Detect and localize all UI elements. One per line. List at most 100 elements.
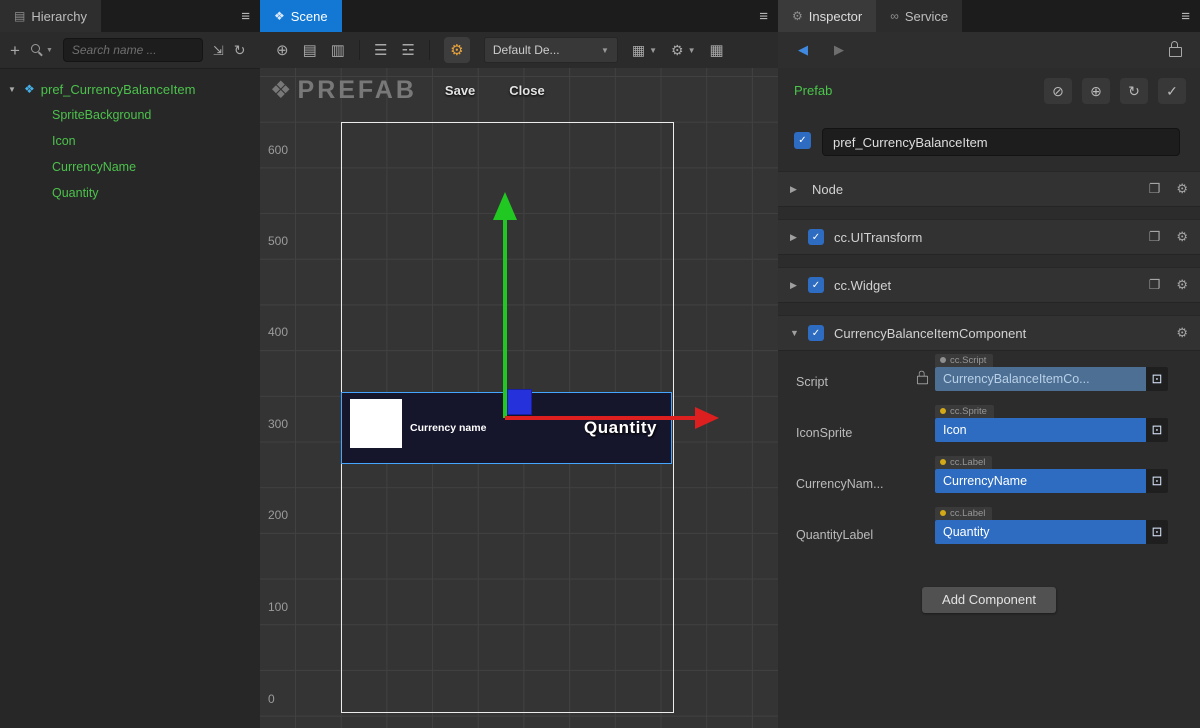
prefab-cube-icon: ❖ <box>270 76 292 105</box>
tab-inspector[interactable]: ⚙ Inspector <box>778 0 876 32</box>
tab-service[interactable]: ∞ Service <box>876 0 962 32</box>
expand-caret-icon[interactable]: ▼ <box>8 85 18 94</box>
scene-gear-dropdown-button[interactable]: ⚙ ▼ <box>671 42 695 59</box>
section-currencybalanceitemcomponent[interactable]: ▼ ✓ CurrencyBalanceItemComponent ⚙ <box>778 315 1200 351</box>
type-chip-label: cc.Script <box>950 355 986 366</box>
insert-node-after-icon[interactable]: ▥ <box>331 43 345 58</box>
inspector-menu-icon[interactable]: ≡ <box>1181 0 1190 32</box>
prefab-close-button[interactable]: Close <box>509 83 544 98</box>
revert-prefab-icon[interactable]: ↻ <box>1120 78 1148 104</box>
gizmo-x-axis-arrowhead[interactable] <box>695 407 719 429</box>
ruler-label: 300 <box>268 417 288 431</box>
hierarchy-search-input[interactable] <box>63 38 203 62</box>
chevron-down-icon[interactable]: ▼ <box>790 328 802 338</box>
tab-scene[interactable]: ❖ Scene <box>260 0 342 32</box>
chevron-right-icon[interactable]: ▶ <box>790 232 802 243</box>
chevron-right-icon[interactable]: ▶ <box>790 184 802 195</box>
node-name-input[interactable] <box>822 128 1180 156</box>
ruler-label: 500 <box>268 234 288 248</box>
gear-icon[interactable]: ⚙ <box>1176 277 1188 293</box>
grid-toggle-icon[interactable]: ▦ <box>710 43 724 58</box>
section-label: cc.UITransform <box>834 230 922 245</box>
add-component-button[interactable]: Add Component <box>922 587 1056 613</box>
type-chip: cc.Sprite <box>935 405 994 418</box>
hierarchy-node-quantity[interactable]: Quantity <box>0 180 260 206</box>
section-label: Node <box>812 182 843 197</box>
gear-icon[interactable]: ⚙ <box>1176 325 1188 341</box>
hierarchy-node-spritebackground[interactable]: SpriteBackground <box>0 102 260 128</box>
insert-node-before-icon[interactable]: ▤ <box>303 43 317 58</box>
gizmo-settings-gear-icon[interactable]: ⚙ <box>444 37 470 63</box>
hierarchy-root-node[interactable]: ▼ ❖ pref_CurrencyBalanceItem <box>0 76 260 102</box>
create-node-button[interactable]: + <box>10 42 20 59</box>
inspector-nav-row: ◀ ▶ <box>778 32 1200 68</box>
refresh-icon[interactable]: ↻ <box>234 43 246 57</box>
gizmo-y-axis-arrowhead[interactable] <box>493 192 517 220</box>
component-enabled-checkbox[interactable]: ✓ <box>808 229 824 245</box>
align-top-icon[interactable]: ☰ <box>374 43 387 58</box>
hierarchy-node-currencyname[interactable]: CurrencyName <box>0 154 260 180</box>
search-type-button[interactable]: ▼ <box>30 43 53 57</box>
script-reference-field[interactable]: CurrencyBalanceItemCo... <box>935 367 1146 391</box>
component-enabled-checkbox[interactable]: ✓ <box>808 325 824 341</box>
gizmo-xy-plane-handle[interactable] <box>507 389 532 415</box>
gear-icon[interactable]: ⚙ <box>1176 229 1188 245</box>
gear-icon[interactable]: ⚙ <box>1176 181 1188 197</box>
reference-picker-icon[interactable]: ⊡ <box>1146 469 1168 493</box>
section-uitransform[interactable]: ▶ ✓ cc.UITransform ❐ ⚙ <box>778 219 1200 255</box>
align-bottom-icon[interactable]: ☲ <box>401 43 414 58</box>
prefab-edit-bar: ❖ PREFAB Save Close <box>270 76 545 105</box>
nav-forward-icon[interactable]: ▶ <box>834 42 844 58</box>
chevron-right-icon[interactable]: ▶ <box>790 280 802 291</box>
apply-prefab-icon[interactable]: ✓ <box>1158 78 1186 104</box>
property-quantitylabel: QuantityLabel cc.Label Quantity ⊡ <box>778 505 1200 547</box>
gizmo-x-axis-line[interactable] <box>505 416 695 420</box>
device-preset-dropdown[interactable]: Default De... ▼ <box>484 37 618 63</box>
cocos-creator-editor: ▤ Hierarchy ≡ + ▼ ⇲ ↻ ▼ ❖ pref_CurrencyB… <box>0 0 1200 728</box>
scene-menu-icon[interactable]: ≡ <box>759 0 768 32</box>
inspector-gear-icon: ⚙ <box>792 9 803 23</box>
nav-back-icon[interactable]: ◀ <box>798 42 808 58</box>
collapse-all-icon[interactable]: ⇲ <box>213 44 224 57</box>
property-label: QuantityLabel <box>796 528 873 542</box>
prefab-badge: Prefab <box>794 83 832 98</box>
hierarchy-node-icon[interactable]: Icon <box>0 128 260 154</box>
gear-icon: ⚙ <box>671 42 684 59</box>
paste-component-icon[interactable]: ❐ <box>1149 277 1161 293</box>
layout-dropdown-button[interactable]: ▦ ▼ <box>632 42 657 59</box>
prefab-save-button[interactable]: Save <box>445 83 475 98</box>
hierarchy-tabbar: ▤ Hierarchy ≡ <box>0 0 260 32</box>
paste-component-icon[interactable]: ❐ <box>1149 229 1161 245</box>
lock-icon[interactable] <box>1169 47 1182 57</box>
scene-canvas[interactable]: ❖ PREFAB Save Close 600 500 400 300 200 … <box>260 68 778 728</box>
section-node[interactable]: ▶ Node ❐ ⚙ <box>778 171 1200 207</box>
type-chip: cc.Label <box>935 456 992 469</box>
paste-component-icon[interactable]: ❐ <box>1149 181 1161 197</box>
search-icon <box>30 43 44 57</box>
zoom-in-icon[interactable]: ⊕ <box>276 43 289 58</box>
scene-panel: ❖ Scene ≡ ⊕ ▤ ▥ ☰ ☲ ⚙ Default De... ▼ ▦ … <box>260 0 779 728</box>
hierarchy-menu-icon[interactable]: ≡ <box>241 0 250 32</box>
reference-picker-icon[interactable]: ⊡ <box>1146 367 1168 391</box>
property-script: Script cc.Script CurrencyBalanceItemCo..… <box>778 352 1200 394</box>
ruler-label: 0 <box>268 692 275 706</box>
tab-hierarchy[interactable]: ▤ Hierarchy <box>0 0 101 32</box>
unlink-prefab-icon[interactable]: ⊘ <box>1044 78 1072 104</box>
node-label: CurrencyName <box>52 160 136 174</box>
reference-picker-icon[interactable]: ⊡ <box>1146 520 1168 544</box>
gizmo-y-axis-line[interactable] <box>503 218 507 418</box>
tab-inspector-label: Inspector <box>809 9 862 24</box>
lock-icon <box>917 376 928 385</box>
node-active-checkbox[interactable]: ✓ <box>794 132 811 149</box>
iconsprite-reference-field[interactable]: Icon <box>935 418 1146 442</box>
reference-picker-icon[interactable]: ⊡ <box>1146 418 1168 442</box>
quantitylabel-reference-field[interactable]: Quantity <box>935 520 1146 544</box>
chevron-down-icon: ▼ <box>688 46 696 55</box>
currency-name-label: Currency name <box>410 422 486 434</box>
section-widget[interactable]: ▶ ✓ cc.Widget ❐ ⚙ <box>778 267 1200 303</box>
tab-scene-label: Scene <box>291 9 328 24</box>
component-enabled-checkbox[interactable]: ✓ <box>808 277 824 293</box>
locate-asset-icon[interactable]: ⊕ <box>1082 78 1110 104</box>
currencyname-reference-field[interactable]: CurrencyName <box>935 469 1146 493</box>
type-chip-label: cc.Sprite <box>950 406 987 417</box>
